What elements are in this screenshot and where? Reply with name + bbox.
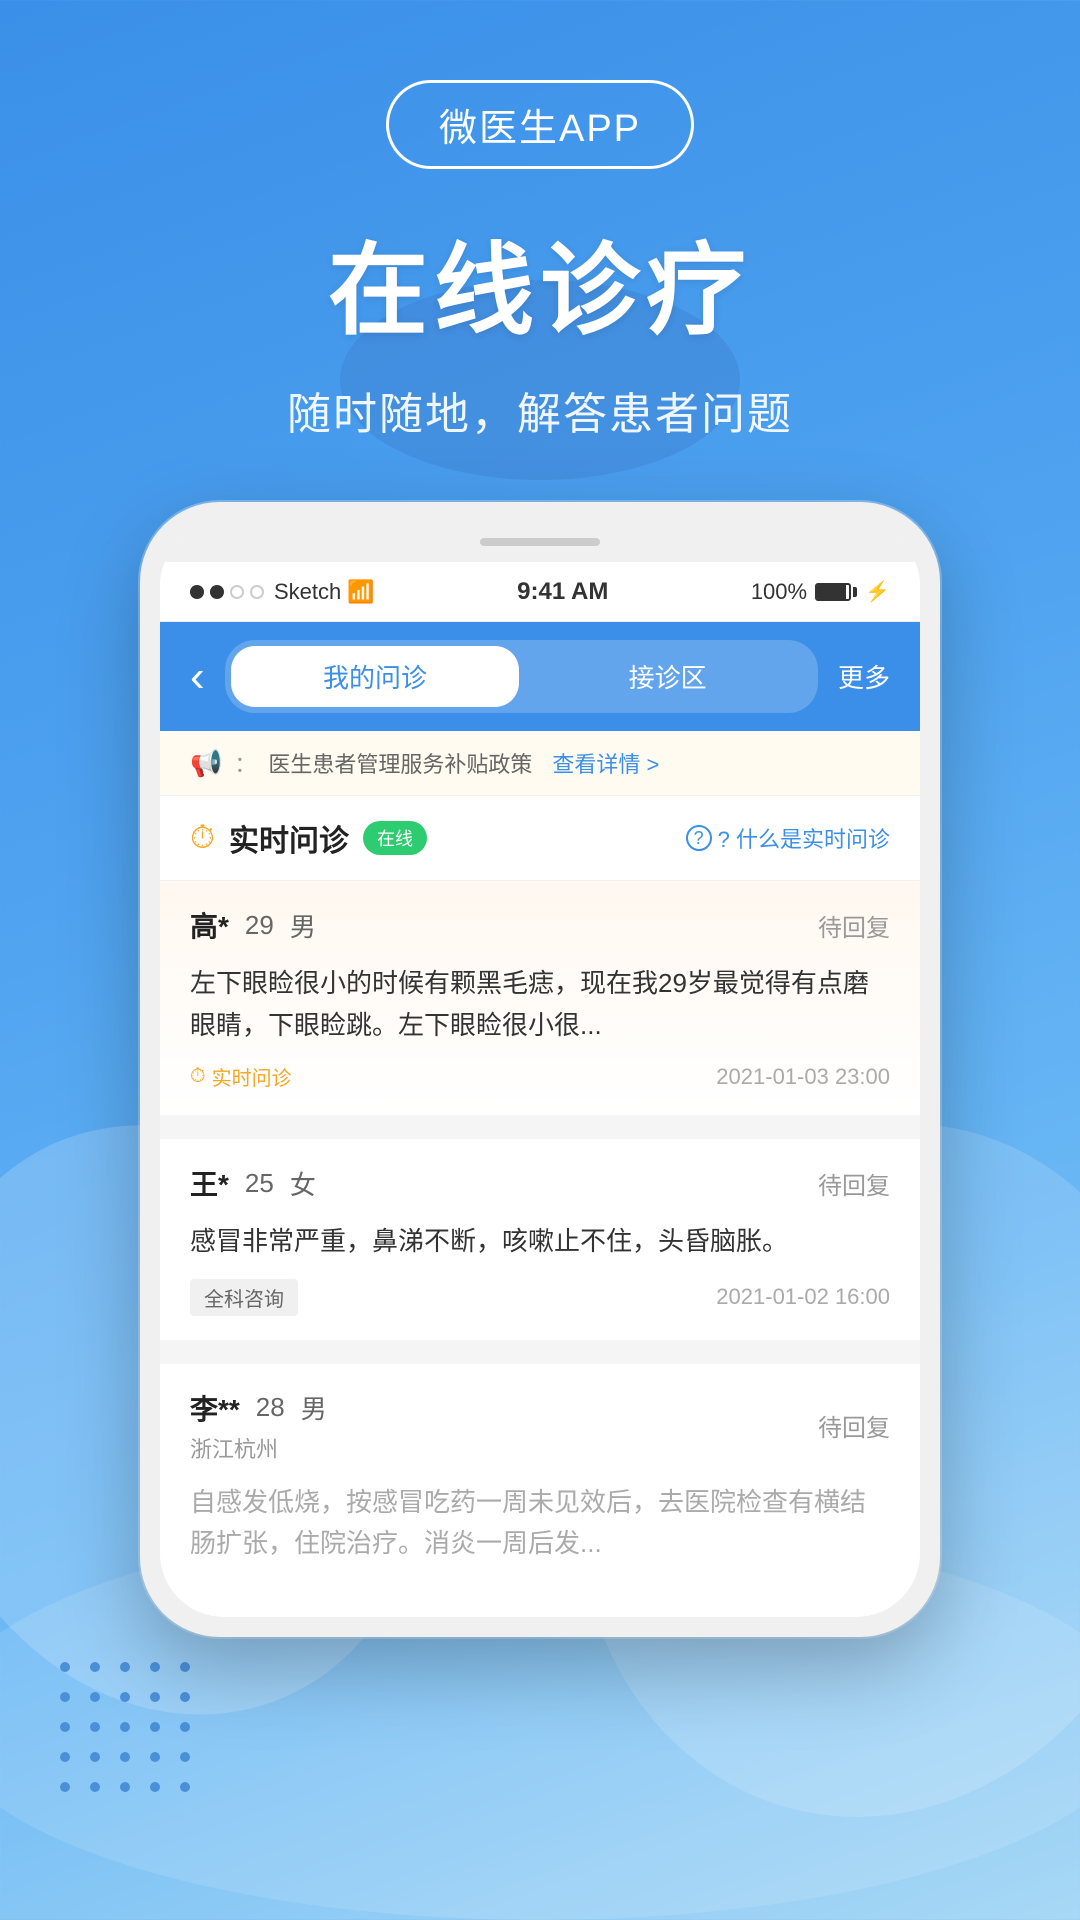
- patient-info-1: 高* 29 男: [190, 905, 316, 945]
- realtime-label: 实时问诊: [229, 816, 349, 860]
- phone-container: Sketch 📶 9:41 AM 100% ⚡ ‹: [0, 502, 1080, 1637]
- realtime-left: ⏱ 实时问诊 在线: [190, 816, 427, 860]
- tab-group: 我的问诊 接诊区: [225, 640, 818, 713]
- wifi-icon: 📶: [347, 579, 374, 605]
- patient-footer-2: 全科咨询 2021-01-02 16:00: [190, 1279, 890, 1316]
- dot-grid-decoration: [60, 1662, 198, 1800]
- battery-icon: [815, 583, 857, 601]
- signal-dot-1: [190, 585, 204, 599]
- patient-gender-1: 男: [290, 907, 316, 944]
- signal-dot-3: [230, 585, 244, 599]
- patient-header-3: 李** 28 男 浙江杭州 待回复: [190, 1388, 890, 1464]
- battery-percent: 100%: [751, 579, 807, 605]
- notice-bar: 📢 ： 医生患者管理服务补贴政策 查看详情 >: [160, 731, 920, 796]
- phone-inner: Sketch 📶 9:41 AM 100% ⚡ ‹: [160, 522, 920, 1617]
- patient-name-location-3: 李** 28 男 浙江杭州: [190, 1388, 327, 1464]
- patient-age-1: 29: [245, 910, 274, 941]
- patient-status-1: 待回复: [818, 908, 890, 943]
- realtime-help[interactable]: ? ? 什么是实时问诊: [686, 822, 890, 854]
- notice-colon: ：: [234, 747, 256, 779]
- patient-card-2[interactable]: 王* 25 女 待回复 感冒非常严重，鼻涕不断，咳嗽止不住，头昏脑胀。 全科咨询…: [160, 1139, 920, 1340]
- speaker-icon: 📢: [190, 748, 222, 779]
- patient-location-3: 浙江杭州: [190, 1432, 327, 1464]
- phone-notch: [160, 522, 920, 562]
- app-badge: 微医生APP: [386, 80, 694, 169]
- consult-time-2: 2021-01-02 16:00: [716, 1284, 890, 1310]
- notice-text: 医生患者管理服务补贴政策: [268, 747, 532, 779]
- notch-bar: [480, 538, 600, 546]
- signal-dot-4: [250, 585, 264, 599]
- patient-status-2: 待回复: [818, 1166, 890, 1201]
- charging-icon: ⚡: [865, 579, 890, 604]
- patient-header-1: 高* 29 男 待回复: [190, 905, 890, 945]
- divider-2: [160, 1352, 920, 1364]
- phone-mockup: Sketch 📶 9:41 AM 100% ⚡ ‹: [140, 502, 940, 1637]
- patient-name-2: 王*: [190, 1163, 229, 1203]
- sub-title: 随时随地，解答患者问题: [0, 378, 1080, 442]
- patient-gender-2: 女: [290, 1165, 316, 1202]
- status-bar: Sketch 📶 9:41 AM 100% ⚡: [160, 562, 920, 622]
- patient-card-1[interactable]: 高* 29 男 待回复 左下眼睑很小的时候有颗黑毛痣，现在我29岁最觉得有点磨眼…: [160, 881, 920, 1115]
- carrier-label: Sketch: [274, 579, 341, 605]
- consult-tag-2: 全科咨询: [190, 1279, 298, 1316]
- tab-reception[interactable]: 接诊区: [523, 646, 812, 707]
- signal-dot-2: [210, 585, 224, 599]
- patient-header-2: 王* 25 女 待回复: [190, 1163, 890, 1203]
- patient-age-3: 28: [256, 1392, 285, 1423]
- more-button[interactable]: 更多: [838, 658, 890, 695]
- patient-desc-3: 自感发低烧，按感冒吃药一周未见效后，去医院检查有横结肠扩张，住院治疗。消炎一周后…: [190, 1482, 890, 1565]
- patient-info-3: 李** 28 男 浙江杭州: [190, 1388, 327, 1464]
- divider-1: [160, 1127, 920, 1139]
- patient-name-3: 李**: [190, 1388, 240, 1428]
- status-time: 9:41 AM: [517, 578, 608, 606]
- patient-status-3: 待回复: [818, 1408, 890, 1443]
- consult-time-1: 2021-01-03 23:00: [716, 1064, 890, 1090]
- patient-age-2: 25: [245, 1168, 274, 1199]
- main-title: 在线诊疗: [0, 209, 1080, 354]
- question-icon: ?: [686, 825, 712, 851]
- patient-footer-1: ⏱ 实时问诊 2021-01-03 23:00: [190, 1062, 890, 1091]
- status-left: Sketch 📶: [190, 579, 375, 605]
- online-badge: 在线: [363, 821, 427, 855]
- content-area: ⏱ 实时问诊 在线 ? ? 什么是实时问诊 高* 29: [160, 796, 920, 1605]
- realtime-clock-icon: ⏱: [190, 819, 215, 857]
- consult-tag-1: ⏱ 实时问诊: [190, 1062, 292, 1091]
- patient-card-3[interactable]: 李** 28 男 浙江杭州 待回复 自感发低烧，按感冒吃药一周未见效后，去医院检…: [160, 1364, 920, 1605]
- realtime-tag-label: 实时问诊: [212, 1062, 292, 1091]
- patient-gender-3: 男: [301, 1389, 327, 1426]
- notice-link[interactable]: 查看详情 >: [552, 747, 659, 779]
- app-navigation-bar: ‹ 我的问诊 接诊区 更多: [160, 622, 920, 731]
- patient-name-1: 高*: [190, 905, 229, 945]
- realtime-help-text: ? 什么是实时问诊: [718, 822, 890, 854]
- tab-my-consult[interactable]: 我的问诊: [231, 646, 520, 707]
- realtime-tag-icon: ⏱: [190, 1065, 206, 1088]
- status-right: 100% ⚡: [751, 579, 890, 605]
- realtime-section-header: ⏱ 实时问诊 在线 ? ? 什么是实时问诊: [160, 796, 920, 881]
- header-section: 微医生APP 在线诊疗 随时随地，解答患者问题: [0, 0, 1080, 442]
- patient-desc-2: 感冒非常严重，鼻涕不断，咳嗽止不住，头昏脑胀。: [190, 1221, 890, 1263]
- back-button[interactable]: ‹: [190, 652, 205, 702]
- patient-desc-1: 左下眼睑很小的时候有颗黑毛痣，现在我29岁最觉得有点磨眼睛，下眼睑跳。左下眼睑很…: [190, 963, 890, 1046]
- patient-info-2: 王* 25 女: [190, 1163, 316, 1203]
